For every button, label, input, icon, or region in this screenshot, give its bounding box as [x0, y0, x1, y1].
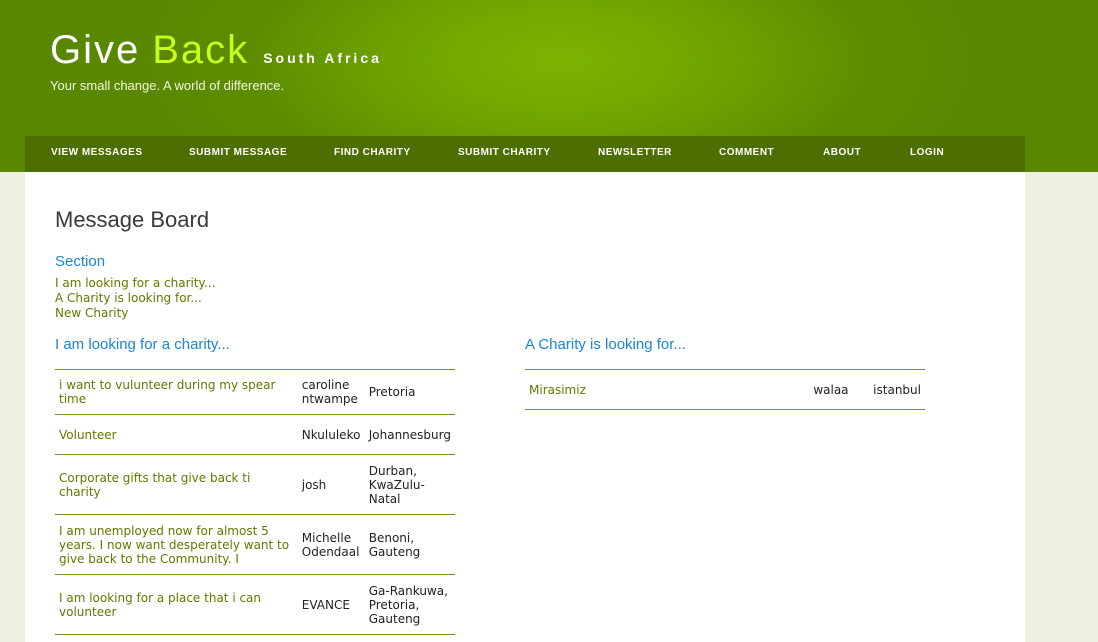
message-author: Nkululeko: [297, 414, 365, 455]
nav-about[interactable]: ABOUT: [823, 147, 861, 158]
nav-view-messages[interactable]: VIEW MESSAGES: [51, 147, 143, 158]
message-title-link[interactable]: Mirasimiz: [525, 369, 810, 410]
message-location: Durban, KwaZulu-Natal: [364, 454, 455, 515]
nav-newsletter[interactable]: NEWSLETTER: [598, 147, 672, 158]
message-title-link[interactable]: i want to vulunteer during my spear time: [55, 369, 298, 415]
site-tagline: Your small change. A world of difference…: [50, 78, 285, 93]
message-title-link[interactable]: Corporate gifts that give back ti charit…: [55, 454, 298, 515]
message-author: walaa: [809, 369, 870, 410]
main-content: Message Board Section I am looking for a…: [25, 172, 1025, 642]
section-link-new-charity[interactable]: New Charity: [55, 306, 128, 320]
table-row: I am looking for a place that i can volu…: [55, 574, 455, 635]
message-title-link[interactable]: I am unemployed now for almost 5 years. …: [55, 514, 298, 575]
table-row: Volunteer Nkululeko Johannesburg: [55, 414, 455, 455]
table-row: I am unemployed now for almost 5 years. …: [55, 514, 455, 575]
left-column-heading: I am looking for a charity...: [55, 336, 230, 353]
logo-word-give: Give: [50, 28, 141, 72]
message-location: Johannesburg: [364, 414, 455, 455]
message-title-link[interactable]: Volunteer: [55, 414, 298, 455]
section-link-looking-for-charity[interactable]: I am looking for a charity...: [55, 276, 215, 290]
nav-find-charity[interactable]: FIND CHARITY: [334, 147, 411, 158]
nav-comment[interactable]: COMMENT: [719, 147, 774, 158]
logo-word-back: Back: [152, 28, 250, 72]
left-messages-table: i want to vulunteer during my spear time…: [55, 369, 455, 635]
table-row: i want to vulunteer during my spear time…: [55, 369, 455, 415]
message-location: Benoni, Gauteng: [364, 514, 455, 575]
message-location: Pretoria: [364, 369, 455, 415]
site-header: Give Back South Africa Your small change. …: [0, 0, 1098, 172]
nav-login[interactable]: LOGIN: [910, 147, 944, 158]
nav-submit-message[interactable]: SUBMIT MESSAGE: [189, 147, 287, 158]
table-row: Mirasimiz walaa istanbul: [525, 369, 925, 410]
page-title: Message Board: [55, 207, 210, 232]
section-link-charity-looking-for[interactable]: A Charity is looking for...: [55, 291, 202, 305]
right-column-heading: A Charity is looking for...: [525, 336, 686, 353]
message-title-link[interactable]: I am looking for a place that i can volu…: [55, 574, 298, 635]
nav-submit-charity[interactable]: SUBMIT CHARITY: [458, 147, 551, 158]
logo-subtitle: South Africa: [263, 50, 382, 66]
main-nav: VIEW MESSAGES SUBMIT MESSAGE FIND CHARIT…: [25, 136, 1025, 172]
message-author: Michelle Odendaal: [297, 514, 365, 575]
message-author: caroline ntwampe: [297, 369, 365, 415]
message-location: istanbul: [869, 369, 925, 410]
site-logo[interactable]: Give Back South Africa: [50, 28, 382, 73]
section-heading: Section: [55, 253, 106, 270]
right-messages-table: Mirasimiz walaa istanbul: [525, 369, 925, 410]
table-row: Corporate gifts that give back ti charit…: [55, 454, 455, 515]
message-location: Ga-Rankuwa, Pretoria, Gauteng: [364, 574, 455, 635]
message-author: EVANCE: [297, 574, 365, 635]
message-author: josh: [297, 454, 365, 515]
